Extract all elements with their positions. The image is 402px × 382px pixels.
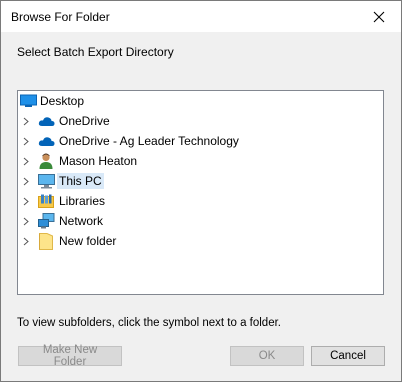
tree-item-network[interactable]: Network <box>18 211 383 231</box>
tree-item-libraries[interactable]: Libraries <box>18 191 383 211</box>
folder-icon <box>37 232 55 250</box>
hint-text: To view subfolders, click the symbol nex… <box>17 317 281 329</box>
ok-button[interactable]: OK <box>230 346 304 366</box>
expand-chevron-icon[interactable] <box>20 191 32 211</box>
tree-item-onedrive[interactable]: OneDrive <box>18 111 383 131</box>
title-bar: Browse For Folder <box>1 1 401 32</box>
tree-item-label: OneDrive - Ag Leader Technology <box>59 134 239 148</box>
tree-item-onedrive-ag-leader[interactable]: OneDrive - Ag Leader Technology <box>18 131 383 151</box>
cloud-icon <box>37 112 55 130</box>
expand-chevron-icon[interactable] <box>20 231 32 251</box>
tree-item-label: Network <box>59 214 104 228</box>
tree-item-label: OneDrive <box>59 114 110 128</box>
expand-chevron-icon[interactable] <box>20 151 32 171</box>
tree-item-this-pc[interactable]: This PC <box>18 171 383 191</box>
folder-tree[interactable]: Desktop OneDrive OneDrive - Ag Leader Te… <box>17 90 384 295</box>
tree-item-desktop[interactable]: Desktop <box>18 91 383 111</box>
tree-item-label: New folder <box>59 234 117 248</box>
tree-item-new-folder[interactable]: New folder <box>18 231 383 251</box>
expand-chevron-icon[interactable] <box>20 171 32 191</box>
close-button[interactable] <box>357 1 401 32</box>
tree-item-label: This PC <box>57 173 104 189</box>
desktop-icon <box>19 92 37 110</box>
tree-item-label: Mason Heaton <box>59 154 138 168</box>
dialog-title: Browse For Folder <box>11 10 110 24</box>
close-icon <box>373 11 385 22</box>
libraries-icon <box>37 192 55 210</box>
expand-chevron-icon[interactable] <box>20 211 32 231</box>
tree-item-label: Desktop <box>40 94 85 108</box>
user-icon <box>37 152 55 170</box>
expand-chevron-icon[interactable] <box>20 131 32 151</box>
make-new-folder-button[interactable]: Make New Folder <box>18 344 122 368</box>
network-icon <box>37 212 55 230</box>
computer-icon <box>37 172 55 190</box>
dialog-prompt: Select Batch Export Directory <box>17 45 174 59</box>
cancel-button[interactable]: Cancel <box>311 346 385 366</box>
tree-item-label: Libraries <box>59 194 106 208</box>
browse-for-folder-dialog: Browse For Folder Select Batch Export Di… <box>0 0 402 382</box>
expand-chevron-icon[interactable] <box>20 111 32 131</box>
tree-item-mason-heaton[interactable]: Mason Heaton <box>18 151 383 171</box>
cloud-icon <box>37 132 55 150</box>
